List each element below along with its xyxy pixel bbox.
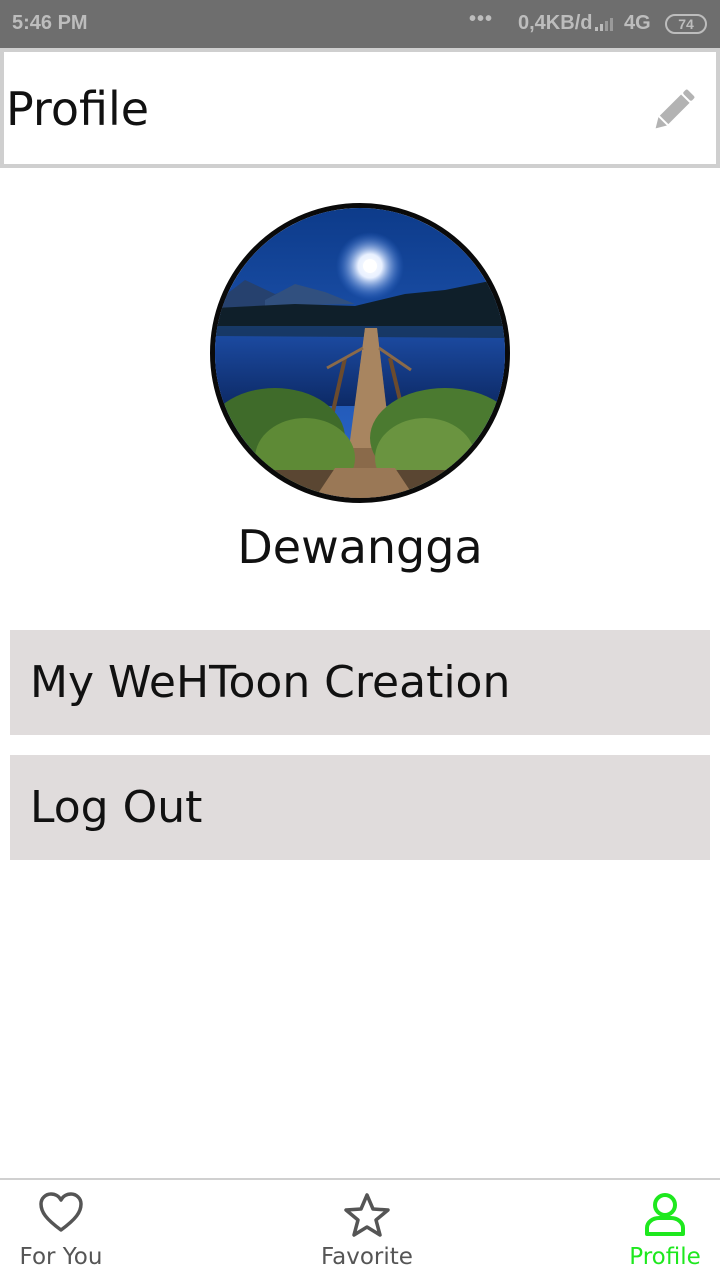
app-header: Profile: [0, 48, 720, 168]
nav-tab-favorite[interactable]: Favorite: [297, 1188, 437, 1278]
menu-item-label: My WeHToon Creation: [30, 657, 511, 708]
pencil-icon: [655, 89, 695, 129]
log-out-button[interactable]: Log Out: [10, 755, 710, 860]
bottom-navigation: For You Favorite Profile: [0, 1178, 720, 1280]
status-time: 5:46 PM: [12, 12, 88, 34]
nav-tab-profile[interactable]: Profile: [595, 1188, 720, 1278]
avatar[interactable]: [210, 203, 510, 503]
person-icon: [645, 1193, 685, 1236]
star-icon: [344, 1193, 390, 1237]
nav-label-profile: Profile: [629, 1244, 701, 1270]
status-bar: 5:46 PM ••• 0,4KB/d 4G 74: [0, 0, 720, 48]
avatar-image: [215, 208, 505, 498]
status-network-type: 4G: [624, 12, 651, 34]
menu-item-label: Log Out: [30, 782, 203, 833]
battery-level: 74: [678, 16, 694, 32]
username: Dewangga: [237, 520, 483, 574]
status-network-speed: 0,4KB/d: [518, 12, 593, 34]
heart-icon: [39, 1192, 83, 1232]
nav-label-for-you: For You: [19, 1244, 103, 1270]
signal-icon: [594, 14, 618, 38]
page-title: Profile: [6, 82, 150, 136]
nav-label-favorite: Favorite: [321, 1244, 413, 1270]
edit-profile-button[interactable]: [646, 82, 702, 138]
my-wehtoon-creation-button[interactable]: My WeHToon Creation: [10, 630, 710, 735]
status-more-dots: •••: [469, 8, 494, 30]
battery-icon: 74: [665, 14, 707, 34]
nav-tab-for-you[interactable]: For You: [0, 1188, 131, 1278]
